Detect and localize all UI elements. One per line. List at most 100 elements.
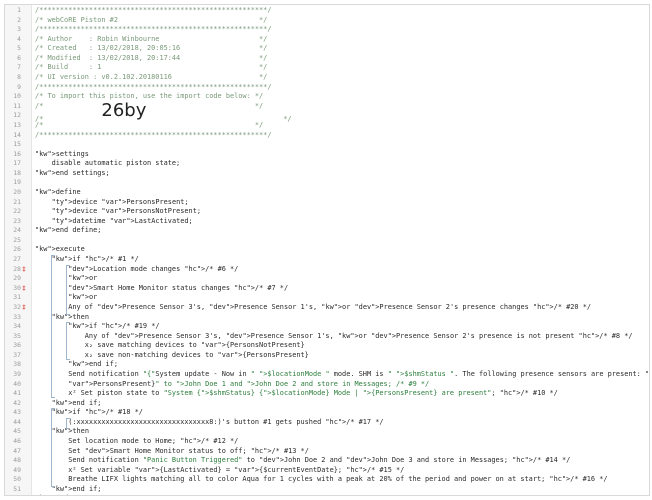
code-line[interactable]: 20 "kw">define	[5, 188, 649, 198]
line-text: "kw">then	[51, 427, 89, 436]
code-line[interactable]: 36 x₂ save matching devices to "var">{Pe…	[5, 341, 649, 351]
line-number: 41	[13, 389, 21, 398]
code-lines: 1 /**************************************…	[5, 6, 649, 495]
code-line[interactable]: 2 /* webCoRE Piston #2 */	[5, 16, 649, 26]
code-line[interactable]: 32 ‡ Any of "dev">Presence Sensor 3's, "d…	[5, 303, 649, 313]
code-line[interactable]: 21 "ty">device "var">PersonsPresent;	[5, 198, 649, 208]
code-line[interactable]: 29 "kw">or	[5, 274, 649, 284]
line-number: 23	[13, 216, 21, 225]
line-text: "dev">Smart Home Monitor status changes …	[68, 283, 289, 292]
code-line[interactable]: 50 Breathe LIFX lights matching all to c…	[5, 475, 649, 485]
code-line[interactable]: 3 /**************************************…	[5, 25, 649, 35]
code-line[interactable]: 46 Set location mode to Home; "hc">/* #1…	[5, 437, 649, 447]
line-number: 47	[13, 446, 21, 455]
line-text: Set "dev">Smart Home Monitor status to o…	[35, 446, 309, 455]
code-line[interactable]: 14 /*************************************…	[5, 131, 649, 141]
line-text: "kw">end if;	[51, 484, 102, 493]
line-text: Any of "dev">Presence Sensor 3's, "dev">…	[35, 331, 633, 340]
line-text: x₂ save matching devices to "var">{Perso…	[35, 341, 305, 350]
if-block-bar-1	[51, 255, 55, 398]
code-line[interactable]: 26 "kw">execute	[5, 245, 649, 255]
code-line[interactable]: 47 Set "dev">Smart Home Monitor status t…	[5, 447, 649, 457]
line-number: 22	[13, 207, 21, 216]
line-number: 4	[17, 34, 21, 43]
line-number: 32	[13, 302, 21, 311]
code-line[interactable]: 28 ‡ "dev">Location mode changes "hc">/* …	[5, 265, 649, 275]
line-number: 21	[13, 197, 21, 206]
code-line[interactable]: 49 x² Set variable "var">{LastActivated}…	[5, 466, 649, 476]
code-line[interactable]: 24 "kw">end define;	[5, 226, 649, 236]
code-line[interactable]: 4 /* Author : Robin Winbourne */	[5, 35, 649, 45]
line-text: /* */	[35, 101, 264, 110]
code-line[interactable]: 22 "ty">device "var">PersonsNotPresent;	[5, 207, 649, 217]
code-line[interactable]: 17 disable automatic piston state;	[5, 159, 649, 169]
breakpoint-marker-icon[interactable]: ‡	[22, 284, 26, 294]
line-text: Any of "dev">Presence Sensor 3's, "dev">…	[35, 302, 592, 311]
line-number: 25	[13, 235, 21, 244]
code-line[interactable]: 33 "kw">then	[5, 313, 649, 323]
line-number: 15	[13, 140, 21, 149]
code-line[interactable]: 37 x₂ save non-matching devices to "var"…	[5, 351, 649, 361]
code-line[interactable]: 51 "kw">end if;	[5, 485, 649, 495]
line-number: 3	[17, 25, 21, 34]
line-number: 33	[13, 312, 21, 321]
line-number: 51	[13, 484, 21, 493]
line-text: "kw">then	[51, 312, 89, 321]
if-block-bar-3	[51, 408, 55, 487]
code-line[interactable]: 38 "kw">end if;	[5, 360, 649, 370]
code-line[interactable]: 35 Any of "dev">Presence Sensor 3's, "de…	[5, 332, 649, 342]
code-line[interactable]: 45 "kw">then	[5, 427, 649, 437]
code-line[interactable]: 6 /* Modified : 13/02/2018, 20:17:44 */	[5, 54, 649, 64]
code-line[interactable]: 27 "kw">if "hc">/* #1 */	[5, 255, 649, 265]
code-line[interactable]: 16 "kw">settings	[5, 150, 649, 160]
line-number: 14	[13, 130, 21, 139]
code-line[interactable]: 40 "var">PersonsPresent}" to ">John Doe …	[5, 380, 649, 390]
line-number: 2	[17, 15, 21, 24]
line-number: 30	[13, 283, 21, 292]
code-line[interactable]: 39 Send notification "{"System update - …	[5, 370, 649, 380]
line-number: 31	[13, 293, 21, 302]
code-line[interactable]: 48 Send notification "Panic Button Trigg…	[5, 456, 649, 466]
code-line[interactable]: 7 /* Build : 1 */	[5, 63, 649, 73]
code-line[interactable]: 30 ‡ "dev">Smart Home Monitor status chan…	[5, 284, 649, 294]
line-text: "kw">define	[35, 187, 81, 196]
line-number: 26	[13, 245, 21, 254]
code-line[interactable]: 52 "kw">end execute;	[5, 494, 649, 495]
code-line[interactable]: 44 (:xxxxxxxxxxxxxxxxxxxxxxxxxxxxxxxx8:)…	[5, 418, 649, 428]
code-line[interactable]: 5 /* Created : 13/02/2018, 20:05:16 */	[5, 44, 649, 54]
if-block-bar-2	[66, 322, 70, 360]
line-text: "kw">end define;	[35, 226, 102, 235]
code-line[interactable]: 9 /**************************************…	[5, 83, 649, 93]
line-text: "kw">end if;	[51, 398, 102, 407]
line-text: /***************************************…	[35, 6, 272, 14]
code-line[interactable]: 1 /**************************************…	[5, 6, 649, 16]
code-line[interactable]: 8 /* UI version : v0.2.102.20180116 */	[5, 73, 649, 83]
breakpoint-marker-icon[interactable]: ‡	[22, 303, 26, 313]
code-line[interactable]: 31 "kw">or	[5, 293, 649, 303]
code-line[interactable]: 15	[5, 140, 649, 150]
code-line[interactable]: 19	[5, 178, 649, 188]
code-line[interactable]: 43 "kw">if "hc">/* #18 */	[5, 408, 649, 418]
code-line[interactable]: 42 "kw">end if;	[5, 399, 649, 409]
code-editor[interactable]: 1 /**************************************…	[4, 4, 650, 496]
code-line[interactable]: 13 /* */	[5, 121, 649, 131]
code-line[interactable]: 25	[5, 236, 649, 246]
line-text: Send notification "{"System update - Now…	[35, 369, 650, 378]
line-number: 37	[13, 350, 21, 359]
line-text: x₂ save non-matching devices to "var">{P…	[35, 350, 309, 359]
code-line[interactable]: 34 "kw">if "hc">/* #19 */	[5, 322, 649, 332]
code-line[interactable]: 12/* 26by */	[5, 102, 649, 124]
line-number: 9	[17, 82, 21, 91]
breakpoint-marker-icon[interactable]: ‡	[22, 265, 26, 275]
line-text: /***************************************…	[35, 82, 272, 91]
line-text: Breathe LIFX lights matching all to colo…	[35, 475, 608, 484]
line-text: /* */	[35, 120, 264, 129]
line-text: /***************************************…	[35, 25, 272, 34]
code-line[interactable]: 18 "kw">end settings;	[5, 169, 649, 179]
line-text: x² Set piston state to "System {">$shmSt…	[35, 389, 558, 398]
code-line[interactable]: 23 "ty">datetime "var">LastActivated;	[5, 217, 649, 227]
line-number: 10	[13, 92, 21, 101]
line-text: /* webCoRE Piston #2 */	[35, 15, 268, 24]
code-line[interactable]: 41 x² Set piston state to "System {">$sh…	[5, 389, 649, 399]
line-text: "kw">end if;	[68, 360, 119, 369]
